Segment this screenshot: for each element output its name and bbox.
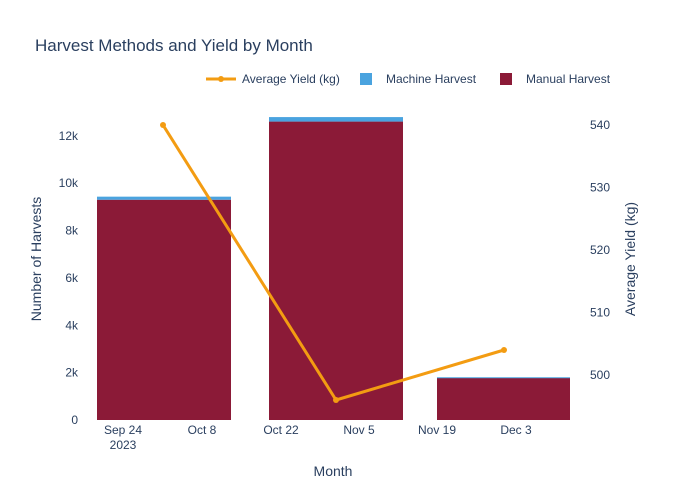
y-tick-label: 2k: [65, 366, 79, 380]
bar-manual-harvest[interactable]: [97, 199, 231, 420]
bar-manual-harvest[interactable]: [437, 377, 570, 420]
x-tick-label: Oct 8: [188, 423, 217, 437]
harvest-chart: 0 2k 4k 6k 8k 10k 12k 500 510 520 530 540 Sep 24 2023…: [28, 36, 638, 479]
bar-machine-harvest[interactable]: [269, 117, 403, 122]
y2-tick-label: 540: [590, 118, 610, 132]
point-average-yield[interactable]: [333, 397, 339, 403]
legend-marker-swatch: [218, 76, 224, 82]
bar-manual-harvest[interactable]: [269, 121, 403, 420]
x-tick-label: Sep 24 2023: [104, 423, 142, 452]
legend-item-manual-harvest[interactable]: Manual Harvest: [500, 72, 611, 86]
y2-tick-label: 520: [590, 243, 610, 257]
y2-tick-label: 500: [590, 368, 610, 382]
x-tick-label: Oct 22: [263, 423, 299, 437]
x-tick-label: Nov 19: [418, 423, 456, 437]
x-tick-label: Dec 3: [500, 423, 532, 437]
y2-tick-label: 510: [590, 306, 610, 320]
y-tick-label: 4k: [65, 318, 79, 332]
legend-label-manual-harvest: Manual Harvest: [526, 72, 611, 86]
x-axis-title: Month: [314, 463, 353, 479]
legend[interactable]: Average Yield (kg) Machine Harvest Manua…: [206, 72, 611, 86]
legend-item-average-yield[interactable]: Average Yield (kg): [206, 72, 340, 86]
legend-label-machine-harvest: Machine Harvest: [386, 72, 477, 86]
bar-machine-harvest[interactable]: [437, 377, 570, 379]
y-axis-title: Number of Harvests: [28, 197, 44, 321]
y-tick-label: 12k: [59, 129, 79, 143]
legend-swatch-manual: [500, 73, 512, 85]
y2-tick-label: 530: [590, 181, 610, 195]
point-average-yield[interactable]: [501, 347, 507, 353]
legend-item-machine-harvest[interactable]: Machine Harvest: [360, 72, 477, 86]
y-tick-label: 6k: [65, 271, 79, 285]
legend-label-average-yield: Average Yield (kg): [242, 72, 340, 86]
legend-swatch-machine: [360, 73, 372, 85]
y-tick-label: 10k: [59, 176, 79, 190]
chart-title: Harvest Methods and Yield by Month: [35, 36, 313, 55]
x-tick-label: Nov 5: [343, 423, 375, 437]
y2-axis-title: Average Yield (kg): [622, 202, 638, 316]
point-average-yield[interactable]: [160, 122, 166, 128]
y-tick-label: 0: [71, 413, 78, 427]
y-tick-label: 8k: [65, 224, 79, 238]
